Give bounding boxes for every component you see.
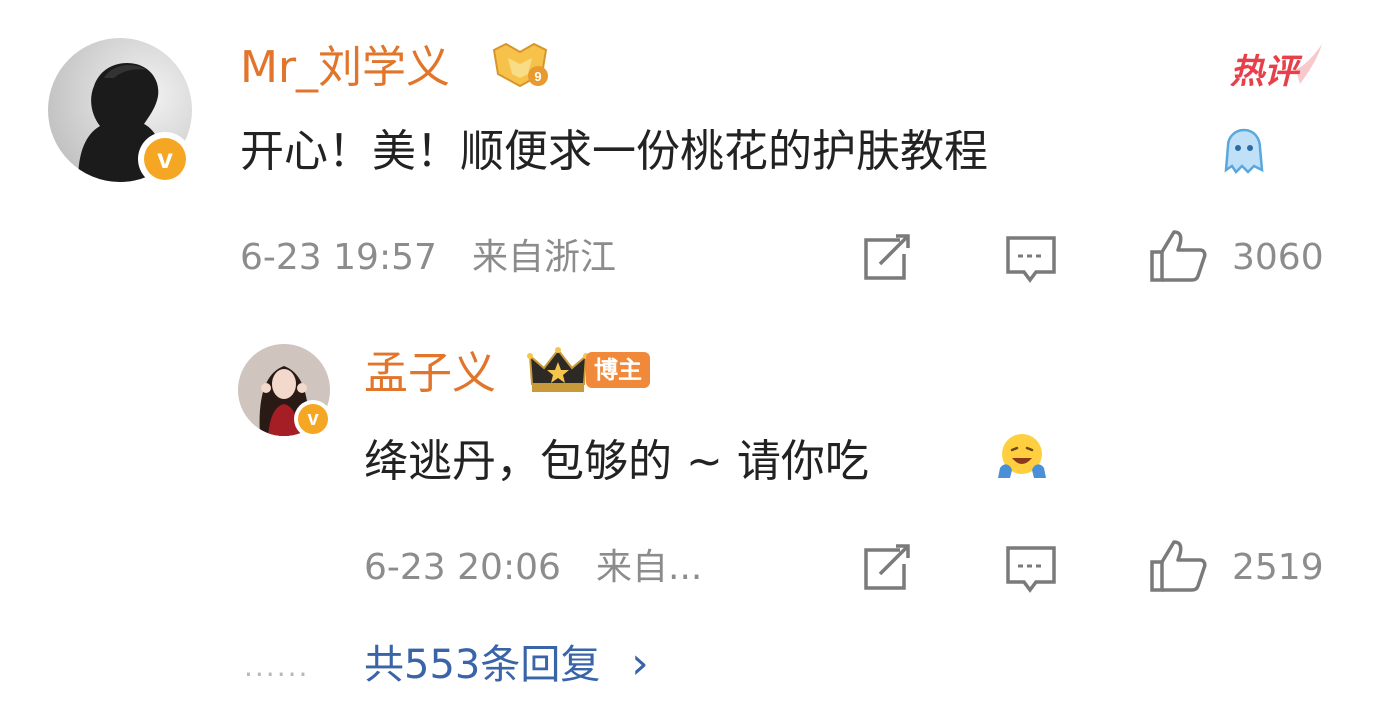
repost-icon-reply[interactable] xyxy=(860,542,914,594)
timestamp-reply: 6-23 20:06 xyxy=(364,547,561,588)
like-icon-reply[interactable] xyxy=(1148,538,1208,594)
laughing-emoji-icon xyxy=(994,428,1050,484)
like-count-main: 3060 xyxy=(1232,237,1324,278)
svg-text:9: 9 xyxy=(534,69,541,84)
username-reply[interactable]: 孟子义 xyxy=(364,348,496,400)
comment-text-reply: 绛逃丹，包够的 ~ 请你吃 xyxy=(364,436,869,487)
timestamp-main: 6-23 19:57 xyxy=(240,237,437,278)
location-reply: 来自... xyxy=(596,547,703,588)
crown-badge-icon xyxy=(526,344,590,396)
view-all-replies-link[interactable]: 共553条回复 › xyxy=(364,640,649,689)
username-main[interactable]: Mr_刘学义 xyxy=(240,42,450,94)
verified-badge-main: v xyxy=(138,132,192,186)
blogger-tag: 博主 xyxy=(586,352,650,388)
verified-badge-reply: v xyxy=(294,400,332,438)
comment-text-main: 开心！美！顺便求一份桃花的护肤教程 xyxy=(240,126,988,177)
thread-dots: ...... xyxy=(244,650,310,683)
like-icon[interactable] xyxy=(1148,228,1208,284)
repost-icon[interactable] xyxy=(860,232,914,284)
blue-ghost-emoji-icon xyxy=(1218,126,1268,176)
hot-comment-tag: 热评 xyxy=(1230,40,1330,92)
comment-icon[interactable] xyxy=(1004,234,1058,284)
chevron-right-icon: › xyxy=(631,638,649,689)
location-main: 来自浙江 xyxy=(472,237,617,278)
level-9-badge-icon: 9 xyxy=(486,40,554,90)
like-count-reply: 2519 xyxy=(1232,547,1324,588)
comment-icon-reply[interactable] xyxy=(1004,544,1058,594)
